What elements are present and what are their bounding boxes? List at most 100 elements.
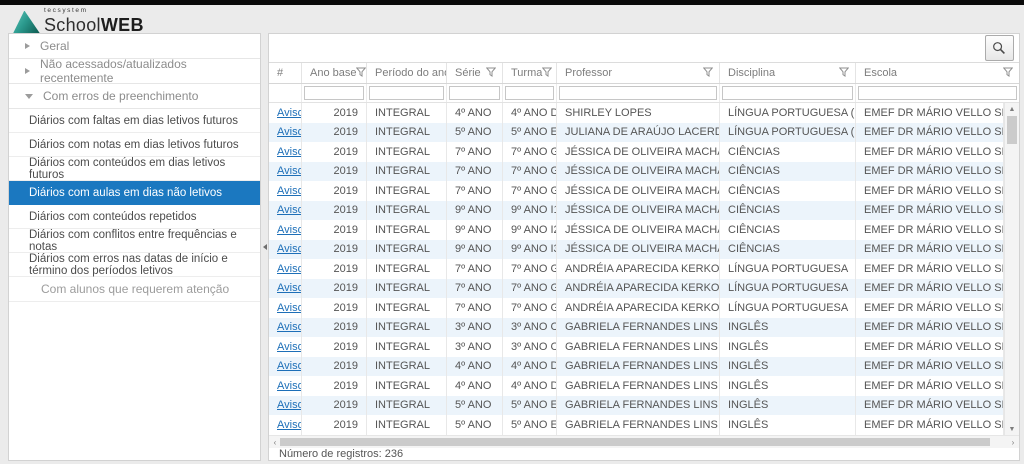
table-cell: INGLÊS bbox=[720, 396, 856, 416]
avisos-link[interactable]: Avisos bbox=[277, 341, 302, 353]
table-row[interactable]: Avisos2019INTEGRAL3º ANO3º ANO C1GABRIEL… bbox=[269, 318, 1004, 338]
table-cell: EMEF DR MÁRIO VELLO SILVARES bbox=[856, 181, 1004, 201]
table-row[interactable]: Avisos2019INTEGRAL5º ANO5º ANO E1GABRIEL… bbox=[269, 396, 1004, 416]
column-header[interactable]: # bbox=[269, 63, 302, 83]
column-header[interactable]: Disciplina bbox=[720, 63, 856, 83]
splitter-collapse-handle[interactable] bbox=[261, 241, 268, 253]
accordion-geral[interactable]: Geral bbox=[9, 34, 260, 59]
sidebar-item[interactable]: Diários com conflitos entre frequências … bbox=[9, 229, 260, 253]
scroll-down-arrow-icon[interactable]: ▼ bbox=[1005, 423, 1019, 435]
column-header[interactable]: Ano base bbox=[302, 63, 367, 83]
filter-input[interactable] bbox=[369, 86, 444, 100]
avisos-link[interactable]: Avisos bbox=[277, 360, 302, 372]
column-header[interactable]: Turma bbox=[503, 63, 557, 83]
filter-input[interactable] bbox=[505, 86, 554, 100]
filter-input[interactable] bbox=[449, 86, 500, 100]
avisos-link[interactable]: Avisos bbox=[277, 146, 302, 158]
table-row[interactable]: Avisos2019INTEGRAL4º ANO4º ANO D1SHIRLEY… bbox=[269, 103, 1004, 123]
avisos-cell: Avisos bbox=[269, 415, 302, 435]
avisos-link[interactable]: Avisos bbox=[277, 243, 302, 255]
sidebar-item[interactable]: Diários com notas em dias letivos futuro… bbox=[9, 133, 260, 157]
filter-icon[interactable] bbox=[356, 67, 366, 80]
table-row[interactable]: Avisos2019INTEGRAL5º ANO5º ANO E2JULIANA… bbox=[269, 123, 1004, 143]
column-header[interactable]: Série bbox=[447, 63, 503, 83]
horizontal-scrollbar[interactable]: ‹ › bbox=[269, 435, 1019, 448]
avisos-link[interactable]: Avisos bbox=[277, 126, 302, 138]
avisos-cell: Avisos bbox=[269, 396, 302, 416]
filter-input[interactable] bbox=[304, 86, 364, 100]
avisos-link[interactable]: Avisos bbox=[277, 321, 302, 333]
table-row[interactable]: Avisos2019INTEGRAL7º ANO7º ANO G2ANDRÉIA… bbox=[269, 279, 1004, 299]
horizontal-scroll-thumb[interactable] bbox=[280, 438, 990, 446]
column-header[interactable]: Período do ano bbox=[367, 63, 447, 83]
filter-input[interactable] bbox=[858, 86, 1017, 100]
table-row[interactable]: Avisos2019INTEGRAL3º ANO3º ANO C2GABRIEL… bbox=[269, 337, 1004, 357]
table-cell: 4º ANO bbox=[447, 103, 503, 123]
table-row[interactable]: Avisos2019INTEGRAL5º ANO5º ANO E2GABRIEL… bbox=[269, 415, 1004, 435]
table-cell: 2019 bbox=[302, 123, 367, 143]
avisos-cell: Avisos bbox=[269, 240, 302, 260]
column-header-label: Turma bbox=[511, 67, 542, 79]
filter-icon[interactable] bbox=[703, 67, 713, 80]
sidebar-item[interactable]: Diários com faltas em dias letivos futur… bbox=[9, 109, 260, 133]
table-cell: INTEGRAL bbox=[367, 357, 447, 377]
table-cell: 9º ANO bbox=[447, 240, 503, 260]
avisos-link[interactable]: Avisos bbox=[277, 302, 302, 314]
vertical-scroll-thumb[interactable] bbox=[1007, 116, 1017, 144]
avisos-link[interactable]: Avisos bbox=[277, 419, 302, 431]
table-cell: EMEF DR MÁRIO VELLO SILVARES bbox=[856, 162, 1004, 182]
sidebar-item[interactable]: Diários com aulas em dias não letivos bbox=[9, 181, 260, 205]
sidebar-item[interactable]: Diários com conteúdos em dias letivos fu… bbox=[9, 157, 260, 181]
table-row[interactable]: Avisos2019INTEGRAL7º ANO7º ANO G1JÉSSICA… bbox=[269, 142, 1004, 162]
sidebar-item[interactable]: Diários com conteúdos repetidos bbox=[9, 205, 260, 229]
column-header[interactable]: Professor bbox=[557, 63, 720, 83]
table-cell: 2019 bbox=[302, 181, 367, 201]
search-button[interactable] bbox=[985, 35, 1014, 61]
table-row[interactable]: Avisos2019INTEGRAL7º ANO7º ANO G3ANDRÉIA… bbox=[269, 259, 1004, 279]
table-row[interactable]: Avisos2019INTEGRAL7º ANO7º ANO G2JÉSSICA… bbox=[269, 162, 1004, 182]
scroll-right-arrow-icon[interactable]: › bbox=[1007, 436, 1019, 448]
filter-input[interactable] bbox=[559, 86, 717, 100]
avisos-link[interactable]: Avisos bbox=[277, 224, 302, 236]
avisos-link[interactable]: Avisos bbox=[277, 165, 302, 177]
scroll-up-arrow-icon[interactable]: ▲ bbox=[1005, 103, 1019, 115]
accordion-com-erros[interactable]: Com erros de preenchimento bbox=[9, 84, 260, 109]
filter-cell bbox=[557, 84, 720, 102]
accordion-alunos-atencao[interactable]: Com alunos que requerem atenção bbox=[9, 277, 260, 302]
table-cell: 5º ANO bbox=[447, 396, 503, 416]
table-row[interactable]: Avisos2019INTEGRAL9º ANO9º ANO I3JÉSSICA… bbox=[269, 240, 1004, 260]
table-cell: 7º ANO G2 bbox=[503, 279, 557, 299]
table-row[interactable]: Avisos2019INTEGRAL7º ANO7º ANO G1ANDRÉIA… bbox=[269, 298, 1004, 318]
column-header[interactable]: Escola bbox=[856, 63, 1019, 83]
table-row[interactable]: Avisos2019INTEGRAL9º ANO9º ANO I1JÉSSICA… bbox=[269, 201, 1004, 221]
avisos-link[interactable]: Avisos bbox=[277, 185, 302, 197]
table-row[interactable]: Avisos2019INTEGRAL4º ANO4º ANO D1GABRIEL… bbox=[269, 357, 1004, 377]
vertical-scrollbar[interactable]: ▲ ▼ bbox=[1004, 103, 1019, 435]
avisos-link[interactable]: Avisos bbox=[277, 282, 302, 294]
accordion-nao-acessados[interactable]: Não acessados/atualizados recentemente bbox=[9, 59, 260, 84]
chevron-down-icon bbox=[25, 94, 33, 99]
table-cell: INTEGRAL bbox=[367, 142, 447, 162]
avisos-link[interactable]: Avisos bbox=[277, 204, 302, 216]
avisos-link[interactable]: Avisos bbox=[277, 380, 302, 392]
grid-rows: Avisos2019INTEGRAL4º ANO4º ANO D1SHIRLEY… bbox=[269, 103, 1004, 435]
table-cell: JULIANA DE ARAÚJO LACERDA bbox=[557, 123, 720, 143]
filter-icon[interactable] bbox=[839, 67, 849, 80]
table-cell: GABRIELA FERNANDES LINS bbox=[557, 337, 720, 357]
avisos-cell: Avisos bbox=[269, 318, 302, 338]
filter-icon[interactable] bbox=[1003, 67, 1013, 80]
filter-icon[interactable] bbox=[542, 67, 552, 80]
table-cell: 9º ANO bbox=[447, 201, 503, 221]
logo-product-name: SchoolWEB bbox=[44, 16, 144, 34]
table-cell: LÍNGUA PORTUGUESA bbox=[720, 259, 856, 279]
sidebar-item[interactable]: Diários com erros nas datas de início e … bbox=[9, 253, 260, 277]
avisos-link[interactable]: Avisos bbox=[277, 107, 302, 119]
filter-icon[interactable] bbox=[486, 67, 496, 80]
table-row[interactable]: Avisos2019INTEGRAL4º ANO4º ANO D2GABRIEL… bbox=[269, 376, 1004, 396]
filter-input[interactable] bbox=[722, 86, 853, 100]
avisos-link[interactable]: Avisos bbox=[277, 399, 302, 411]
table-cell: 9º ANO bbox=[447, 220, 503, 240]
table-row[interactable]: Avisos2019INTEGRAL9º ANO9º ANO I2JÉSSICA… bbox=[269, 220, 1004, 240]
avisos-link[interactable]: Avisos bbox=[277, 263, 302, 275]
table-row[interactable]: Avisos2019INTEGRAL7º ANO7º ANO G3JÉSSICA… bbox=[269, 181, 1004, 201]
